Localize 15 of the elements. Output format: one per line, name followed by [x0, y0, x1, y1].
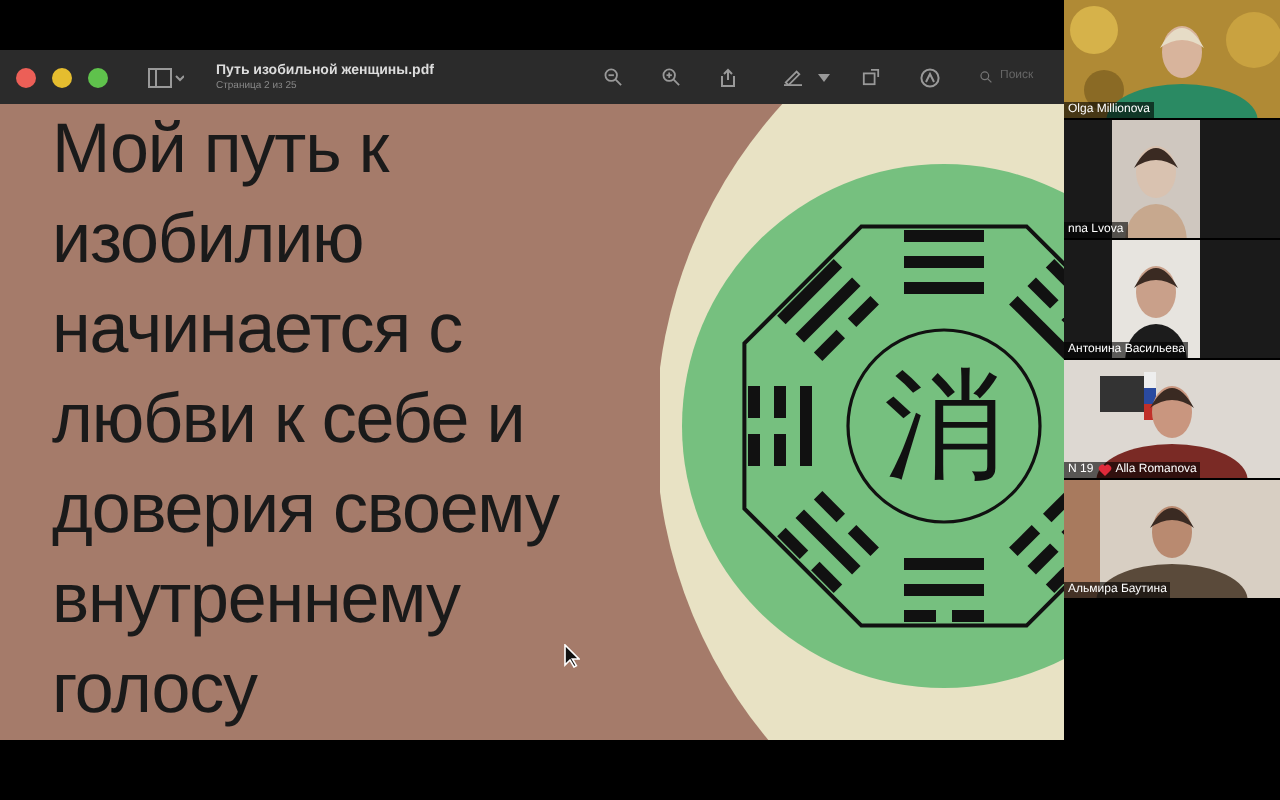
crop-icon[interactable] — [862, 68, 880, 86]
close-button[interactable] — [16, 67, 36, 87]
maximize-button[interactable] — [88, 67, 108, 87]
zoom-out-icon[interactable] — [604, 68, 622, 86]
sidebar-toggle-icon[interactable] — [148, 67, 184, 87]
mouse-cursor-icon — [564, 644, 580, 668]
minimize-button[interactable] — [52, 67, 72, 87]
pen-icon[interactable] — [784, 68, 802, 86]
center-character: 消 — [884, 356, 1004, 496]
slide-heading: Мой путь к изобилию начинается с любви к себе и доверия своему внутреннему голосу — [52, 108, 559, 732]
markup-icon[interactable] — [920, 67, 940, 87]
caret-icon[interactable] — [818, 73, 830, 81]
share-icon[interactable] — [720, 67, 736, 87]
search-icon — [980, 70, 992, 84]
zoom-in-icon[interactable] — [662, 68, 680, 86]
